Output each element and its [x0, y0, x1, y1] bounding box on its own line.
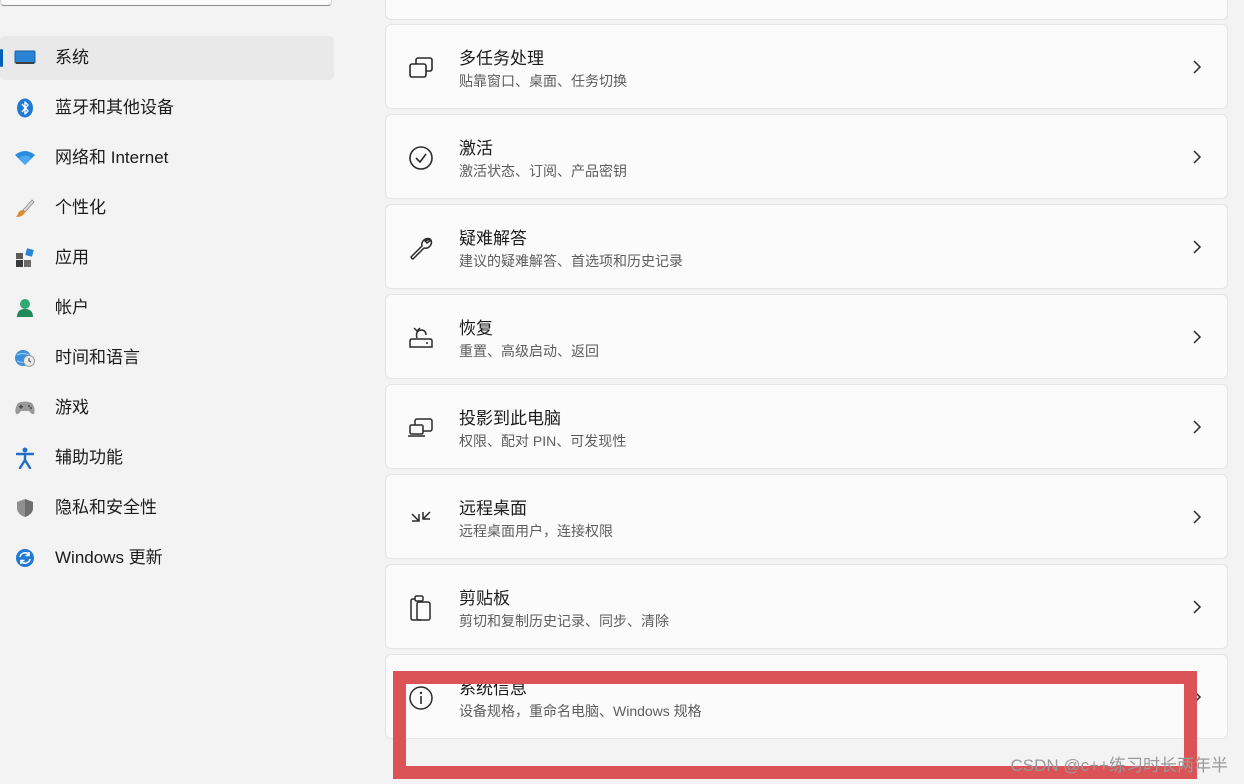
sidebar-item-label: 隐私和安全性: [55, 498, 157, 517]
clipboard-icon: [407, 594, 435, 622]
sidebar-item-label: 时间和语言: [55, 348, 140, 367]
info-icon: [407, 684, 435, 712]
sidebar-item-label: 系统: [55, 48, 89, 67]
bluetooth-icon: [14, 97, 36, 119]
sidebar-item-label: 游戏: [55, 398, 89, 417]
card-title: 系统信息: [459, 679, 527, 698]
sidebar-item-system[interactable]: 系统: [0, 36, 334, 80]
update-icon: [14, 547, 36, 569]
settings-card-project-to-pc[interactable]: 投影到此电脑 权限、配对 PIN、可发现性: [385, 384, 1228, 469]
sidebar: 系统 蓝牙和其他设备 网络和 Internet 个性化 应用 帐户 时间和语言 …: [0, 0, 360, 784]
shield-icon: [14, 497, 36, 519]
settings-content: 多任务处理 贴靠窗口、桌面、任务切换 激活 激活状态、订阅、产品密钥 疑难解答 …: [385, 0, 1228, 784]
card-subtitle: 权限、配对 PIN、可发现性: [459, 433, 627, 449]
card-subtitle: 远程桌面用户，连接权限: [459, 523, 613, 539]
card-subtitle: 剪切和复制历史记录、同步、清除: [459, 613, 669, 629]
sidebar-item-personalization[interactable]: 个性化: [0, 186, 334, 230]
settings-card-troubleshoot[interactable]: 疑难解答 建议的疑难解答、首选项和历史记录: [385, 204, 1228, 289]
account-icon: [14, 297, 36, 319]
gamepad-icon: [14, 397, 36, 419]
sidebar-item-privacy[interactable]: 隐私和安全性: [0, 486, 334, 530]
card-title: 激活: [459, 139, 493, 158]
apps-icon: [14, 247, 36, 269]
project-icon: [407, 414, 435, 442]
sidebar-item-gaming[interactable]: 游戏: [0, 386, 334, 430]
sidebar-item-label: 应用: [55, 248, 89, 267]
chevron-right-icon: [1193, 600, 1202, 614]
sidebar-item-windows-update[interactable]: Windows 更新: [0, 536, 334, 580]
card-subtitle: 重置、高级启动、返回: [459, 343, 599, 359]
watermark: CSDN @c++练习时长两年半: [1010, 756, 1228, 775]
card-subtitle: 设备规格，重命名电脑、Windows 规格: [459, 703, 702, 719]
card-subtitle: 贴靠窗口、桌面、任务切换: [459, 73, 627, 89]
sidebar-item-label: 帐户: [55, 298, 89, 317]
accessibility-icon: [14, 447, 36, 469]
settings-card-clipboard[interactable]: 剪贴板 剪切和复制历史记录、同步、清除: [385, 564, 1228, 649]
sidebar-item-label: 辅助功能: [55, 448, 123, 467]
card-title: 疑难解答: [459, 229, 527, 248]
settings-card-about[interactable]: 系统信息 设备规格，重命名电脑、Windows 规格: [385, 654, 1228, 739]
sidebar-item-accounts[interactable]: 帐户: [0, 286, 334, 330]
sidebar-item-bluetooth[interactable]: 蓝牙和其他设备: [0, 86, 334, 130]
chevron-right-icon: [1193, 240, 1202, 254]
chevron-right-icon: [1193, 690, 1202, 704]
settings-card-activation[interactable]: 激活 激活状态、订阅、产品密钥: [385, 114, 1228, 199]
wrench-icon: [407, 234, 435, 262]
sidebar-item-network[interactable]: 网络和 Internet: [0, 136, 334, 180]
sidebar-item-label: 蓝牙和其他设备: [55, 98, 174, 117]
sidebar-item-time-language[interactable]: 时间和语言: [0, 336, 334, 380]
settings-card-multitasking[interactable]: 多任务处理 贴靠窗口、桌面、任务切换: [385, 24, 1228, 109]
check-circle-icon: [407, 144, 435, 172]
multitasking-icon: [407, 54, 435, 82]
chevron-right-icon: [1193, 510, 1202, 524]
settings-window: 系统 蓝牙和其他设备 网络和 Internet 个性化 应用 帐户 时间和语言 …: [0, 0, 1244, 784]
settings-card-recovery[interactable]: 恢复 重置、高级启动、返回: [385, 294, 1228, 379]
globe-clock-icon: [14, 347, 36, 369]
search-input[interactable]: [0, 0, 332, 6]
card-subtitle: 建议的疑难解答、首选项和历史记录: [459, 253, 683, 269]
recovery-icon: [407, 324, 435, 352]
chevron-right-icon: [1193, 150, 1202, 164]
chevron-right-icon: [1193, 420, 1202, 434]
chevron-right-icon: [1193, 60, 1202, 74]
chevron-right-icon: [1193, 330, 1202, 344]
settings-card-partial[interactable]: [385, 0, 1228, 20]
card-title: 远程桌面: [459, 499, 527, 518]
wifi-icon: [14, 147, 36, 169]
sidebar-item-apps[interactable]: 应用: [0, 236, 334, 280]
settings-card-remote-desktop[interactable]: 远程桌面 远程桌面用户，连接权限: [385, 474, 1228, 559]
sidebar-item-label: 个性化: [55, 198, 106, 217]
brush-icon: [14, 197, 36, 219]
monitor-icon: [14, 47, 36, 69]
sidebar-item-label: Windows 更新: [55, 548, 163, 567]
sidebar-item-accessibility[interactable]: 辅助功能: [0, 436, 334, 480]
card-title: 投影到此电脑: [459, 409, 561, 428]
card-title: 多任务处理: [459, 49, 544, 68]
card-title: 剪贴板: [459, 589, 510, 608]
sidebar-nav: 系统 蓝牙和其他设备 网络和 Internet 个性化 应用 帐户 时间和语言 …: [0, 36, 340, 586]
sidebar-item-label: 网络和 Internet: [55, 148, 169, 167]
card-title: 恢复: [459, 319, 493, 338]
remote-desktop-icon: [407, 504, 435, 532]
card-subtitle: 激活状态、订阅、产品密钥: [459, 163, 627, 179]
